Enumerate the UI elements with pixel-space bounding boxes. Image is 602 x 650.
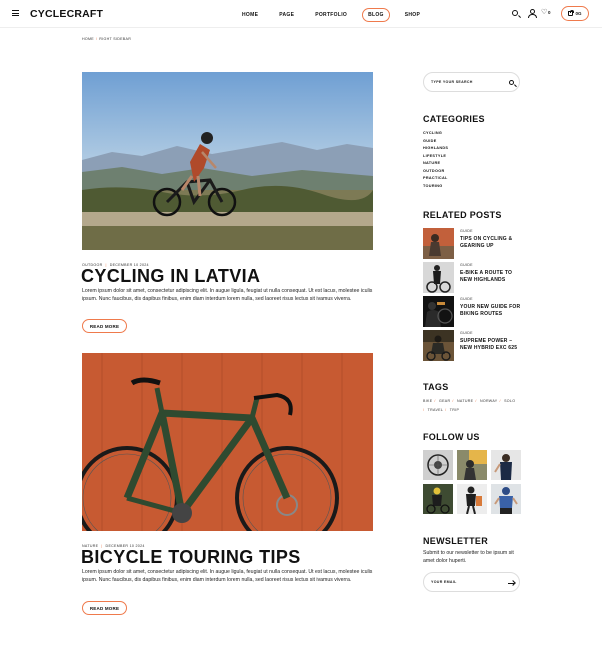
- related-post-title[interactable]: TIPS ON CYCLING & GEARING UP: [460, 236, 524, 249]
- related-post-thumbnail[interactable]: [423, 330, 454, 361]
- nav-item-shop[interactable]: SHOP: [399, 8, 426, 22]
- follow-us-heading: FOLLOW US: [423, 432, 480, 442]
- category-link[interactable]: GUIDE: [423, 138, 448, 146]
- related-post-item[interactable]: GUIDE YOUR NEW GUIDE FOR BIKING ROUTES: [423, 296, 523, 327]
- nav-item-portfolio[interactable]: PORTFOLIO: [309, 8, 353, 22]
- site-logo[interactable]: CYCLECRAFT: [30, 8, 103, 20]
- related-post-thumbnail[interactable]: [423, 296, 454, 327]
- tag-link[interactable]: NORWAY: [480, 397, 498, 406]
- tag-link[interactable]: TRIP: [450, 406, 459, 415]
- post-featured-image[interactable]: [82, 72, 373, 250]
- shopping-bag-icon: [568, 9, 574, 16]
- post-excerpt: Lorem ipsum dolor sit amet, consectetur …: [82, 288, 373, 302]
- breadcrumb-current: RIGHT SIDEBAR: [99, 37, 132, 41]
- related-post-title[interactable]: YOUR NEW GUIDE FOR BIKING ROUTES: [460, 304, 524, 317]
- tag-separator: /: [434, 399, 436, 403]
- search-placeholder: TYPE YOUR SEARCH: [431, 80, 473, 84]
- newsletter-description: Submit to our newsletter to be ipsum sit…: [423, 550, 514, 564]
- cart-total: 0G: [575, 11, 582, 16]
- instagram-thumbnail[interactable]: [491, 484, 521, 514]
- related-post-title[interactable]: SUPREME POWER – NEW HYBRID EXC 625: [460, 338, 524, 351]
- instagram-thumbnail[interactable]: [457, 450, 487, 480]
- sidebar-search-input[interactable]: TYPE YOUR SEARCH: [423, 72, 520, 92]
- related-post-item[interactable]: GUIDE E-BIKE A ROUTE TO NEW HIGHLANDS: [423, 262, 523, 293]
- newsletter-email-input[interactable]: YOUR EMAIL: [423, 572, 520, 592]
- tag-link[interactable]: BIKE: [423, 397, 432, 406]
- breadcrumb: HOME / RIGHT SIDEBAR: [82, 37, 131, 41]
- wishlist-heart-icon[interactable]: ♡: [541, 8, 547, 18]
- wishlist-count: 0: [548, 10, 551, 15]
- category-link[interactable]: TOURING: [423, 183, 448, 191]
- tag-link[interactable]: TRAVEL: [428, 406, 444, 415]
- related-post-item[interactable]: GUIDE SUPREME POWER – NEW HYBRID EXC 625: [423, 330, 523, 361]
- user-icon[interactable]: [528, 9, 537, 18]
- read-more-button[interactable]: READ MORE: [82, 319, 127, 333]
- breadcrumb-separator: /: [95, 37, 98, 41]
- tag-separator: /: [423, 408, 425, 412]
- main-nav: HOME PAGE PORTFOLIO BLOG SHOP: [236, 8, 435, 22]
- search-icon[interactable]: [512, 10, 518, 16]
- instagram-thumbnail[interactable]: [423, 484, 453, 514]
- breadcrumb-home[interactable]: HOME: [82, 37, 94, 41]
- search-icon[interactable]: [509, 80, 514, 85]
- related-post-thumbnail[interactable]: [423, 228, 454, 259]
- tag-separator: /: [452, 399, 454, 403]
- post-title[interactable]: CYCLING IN LATVIA: [81, 266, 260, 287]
- email-placeholder: YOUR EMAIL: [431, 580, 457, 584]
- post-featured-image[interactable]: [82, 353, 373, 531]
- instagram-thumbnail[interactable]: [457, 484, 487, 514]
- nav-item-page[interactable]: PAGE: [273, 8, 300, 22]
- instagram-thumbnail[interactable]: [423, 450, 453, 480]
- nav-item-home[interactable]: HOME: [236, 8, 264, 22]
- cart-button[interactable]: 0G: [561, 6, 589, 21]
- instagram-thumbnail[interactable]: [491, 450, 521, 480]
- category-link[interactable]: NATURE: [423, 160, 448, 168]
- hamburger-menu-icon[interactable]: [12, 10, 19, 16]
- tag-link[interactable]: GEAR: [439, 397, 450, 406]
- tag-separator: /: [499, 399, 501, 403]
- related-posts-heading: RELATED POSTS: [423, 210, 502, 220]
- site-header: CYCLECRAFT HOME PAGE PORTFOLIO BLOG SHOP…: [0, 0, 602, 28]
- post-excerpt: Lorem ipsum dolor sit amet, consectetur …: [82, 569, 373, 583]
- category-link[interactable]: OUTDOOR: [423, 168, 448, 176]
- related-post-title[interactable]: E-BIKE A ROUTE TO NEW HIGHLANDS: [460, 270, 524, 283]
- tag-list: BIKE / GEAR / NATURE / NORWAY / SOLO/ TRAVEL…: [423, 397, 519, 415]
- category-list: CYCLING GUIDE HIGHLANDS LIFESTYLE NATURE…: [423, 130, 448, 190]
- category-link[interactable]: CYCLING: [423, 130, 448, 138]
- arrow-right-icon[interactable]: [508, 580, 515, 586]
- tag-separator: /: [475, 399, 477, 403]
- tag-link[interactable]: NATURE: [457, 397, 473, 406]
- related-post-item[interactable]: GUIDE TIPS ON CYCLING & GEARING UP: [423, 228, 523, 259]
- category-link[interactable]: PRACTICAL: [423, 175, 448, 183]
- tag-separator: /: [445, 408, 447, 412]
- nav-item-blog[interactable]: BLOG: [362, 8, 390, 22]
- related-post-category[interactable]: GUIDE: [460, 297, 473, 301]
- category-link[interactable]: HIGHLANDS: [423, 145, 448, 153]
- newsletter-heading: NEWSLETTER: [423, 536, 488, 546]
- category-link[interactable]: LIFESTYLE: [423, 153, 448, 161]
- tag-link[interactable]: SOLO: [504, 397, 515, 406]
- post-title[interactable]: BICYCLE TOURING TIPS: [81, 547, 301, 568]
- read-more-button[interactable]: READ MORE: [82, 601, 127, 615]
- related-post-category[interactable]: GUIDE: [460, 331, 473, 335]
- related-post-category[interactable]: GUIDE: [460, 229, 473, 233]
- tags-heading: TAGS: [423, 382, 449, 392]
- categories-heading: CATEGORIES: [423, 114, 485, 124]
- related-post-category[interactable]: GUIDE: [460, 263, 473, 267]
- related-post-thumbnail[interactable]: [423, 262, 454, 293]
